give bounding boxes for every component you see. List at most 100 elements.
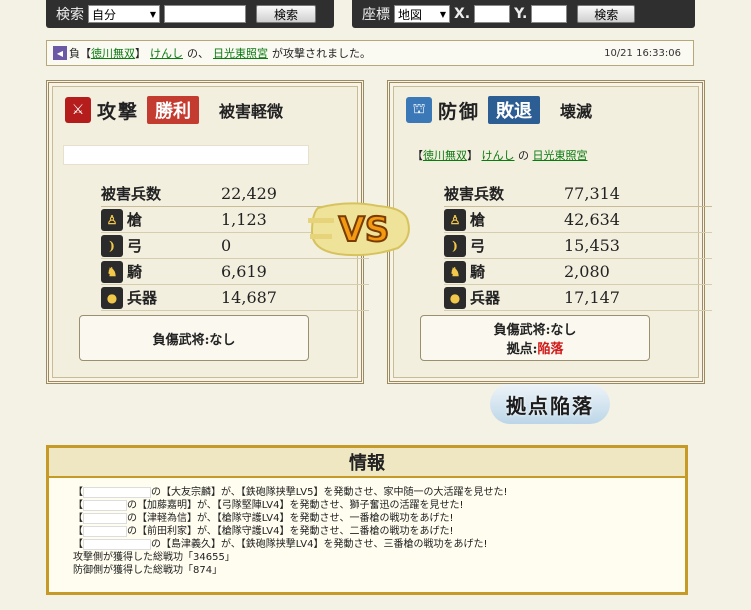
attack-title: 攻撃 <box>97 100 140 123</box>
attack-horse-row: ♞ 騎 6,619 <box>101 259 369 285</box>
search-scope-select[interactable]: 自分 ▼ <box>88 5 160 23</box>
horse-icon: ♞ <box>444 260 466 283</box>
defense-base-status: 陥落 <box>537 342 564 357</box>
defense-total-row: 被害兵数 77,314 <box>444 181 712 207</box>
base-fallen-banner: 拠点陥落 <box>490 384 610 424</box>
vs-badge: VS <box>308 202 410 257</box>
crossed-swords-icon: ⚔ <box>65 97 91 123</box>
chevron-down-icon: ▼ <box>439 9 446 19</box>
vs-text: VS <box>339 210 390 250</box>
attack-result-badge: 勝利 <box>147 96 200 124</box>
attack-horse-label: 騎 <box>127 263 143 281</box>
siege-icon: ● <box>444 286 466 309</box>
search-bar: 検索 自分 ▼ 検索 <box>46 0 334 28</box>
defender-player-link[interactable]: けんし <box>482 149 515 162</box>
search-button[interactable]: 検索 <box>256 5 316 23</box>
attacker-name-hidden <box>63 145 309 165</box>
defense-injured-box: 負傷武将:なし 拠点:陥落 <box>420 315 650 361</box>
attack-injured-box: 負傷武将:なし <box>79 315 309 361</box>
defense-siege-label: 兵器 <box>470 289 501 307</box>
defense-result-badge: 敗退 <box>488 96 541 124</box>
x-input[interactable] <box>474 5 511 23</box>
attack-damage-level: 被害軽微 <box>219 102 284 121</box>
defense-base-status-line: 拠点:陥落 <box>507 338 564 357</box>
info-line: 【の【大友宗麟】が、【鉄砲隊挟撃LV5】を発動させ、家中随一の大活躍を見せた! <box>73 486 508 498</box>
info-line: 【の【加藤嘉明】が、【弓隊堅陣LV4】を発動させ、獅子奮迅の活躍を見せた! <box>73 499 464 511</box>
attack-siege-label: 兵器 <box>127 289 158 307</box>
siege-icon: ● <box>101 286 123 309</box>
y-input[interactable] <box>531 5 568 23</box>
attack-header: ⚔ 攻撃 勝利 被害軽微 <box>65 93 351 127</box>
coordinate-scope-value: 地図 <box>398 7 423 22</box>
notice-result: 負 <box>69 47 80 60</box>
attack-spear-label: 槍 <box>127 211 143 229</box>
attack-bow-label: 弓 <box>127 237 143 255</box>
attack-spear-value: 1,123 <box>221 210 267 229</box>
defense-stats: 被害兵数 77,314 ♙ 槍 42,634 ) 弓 15,453 ♞ 騎 2,080… <box>444 181 712 311</box>
defense-injured-text: 負傷武将:なし <box>493 323 577 338</box>
horse-icon: ♞ <box>101 260 123 283</box>
search-scope-value: 自分 <box>92 7 117 22</box>
notice-alliance-link[interactable]: 徳川無双 <box>91 45 135 61</box>
defense-bow-label: 弓 <box>470 237 486 255</box>
defense-total-label: 被害兵数 <box>444 185 505 203</box>
bow-icon: ) <box>101 234 123 257</box>
redacted-name <box>83 499 127 511</box>
redacted-name <box>83 538 151 550</box>
defense-total-value: 77,314 <box>564 184 620 203</box>
coordinate-scope-select[interactable]: 地図 ▼ <box>394 5 450 23</box>
defender-score: 防御側が獲得した総戦功「874」 <box>73 565 223 576</box>
coordinate-bar: 座標 地図 ▼ X. Y. 検索 <box>352 0 695 28</box>
defense-horse-value: 2,080 <box>564 262 610 281</box>
notice-arrow-icon: ◀ <box>53 46 67 60</box>
defender-connector: の <box>518 149 529 162</box>
redacted-name <box>83 525 127 537</box>
notice-base-link[interactable]: 日光東照宮 <box>213 45 268 61</box>
castle-icon: ⛫ <box>406 97 432 123</box>
spear-icon: ♙ <box>444 208 466 231</box>
defense-horse-label: 騎 <box>470 263 486 281</box>
search-input[interactable] <box>164 5 246 23</box>
defense-bow-value: 15,453 <box>564 236 620 255</box>
y-label: Y. <box>514 6 528 22</box>
defender-bracket-open: 【 <box>412 149 423 162</box>
battle-notice: ◀ 負 【 徳川無双 】 けんし の、 日光東照宮 が攻撃されました。 10/2… <box>46 40 694 66</box>
chevron-down-icon: ▼ <box>149 9 156 19</box>
attack-total-value: 22,429 <box>221 184 277 203</box>
defense-base-label: 拠点: <box>506 342 538 357</box>
defense-panel: ⛫ 防御 敗退 壊滅 【徳川無双】 けんし の 日光東照宮 被害兵数 77,31… <box>387 80 712 384</box>
attack-injured-text: 負傷武将:なし <box>152 332 236 348</box>
x-label: X. <box>454 6 471 22</box>
notice-connector: の、 <box>187 47 209 60</box>
coordinate-search-button[interactable]: 検索 <box>577 5 636 23</box>
defender-base-link[interactable]: 日光東照宮 <box>533 149 588 162</box>
redacted-name <box>83 512 127 524</box>
info-line: 【の【津軽為信】が、【槍隊守護LV4】を発動させ、一番槍の戦功をあげた! <box>73 512 454 524</box>
defense-spear-label: 槍 <box>470 211 486 229</box>
notice-message: が攻撃されました。 <box>272 47 371 60</box>
search-label: 検索 <box>56 7 84 23</box>
attack-horse-value: 6,619 <box>221 262 267 281</box>
defender-alliance-link[interactable]: 徳川無双 <box>423 149 467 162</box>
defense-horse-row: ♞ 騎 2,080 <box>444 259 712 285</box>
attack-total-label: 被害兵数 <box>101 185 162 203</box>
base-fallen-text: 拠点陥落 <box>506 393 594 418</box>
defender-bracket-close: 】 <box>467 149 478 162</box>
defense-spear-row: ♙ 槍 42,634 <box>444 207 712 233</box>
info-line: 【の【島津義久】が、【鉄砲隊挟撃LV4】を発動させ、三番槍の戦功をあげた! <box>73 538 488 550</box>
notice-bracket-close: 】 <box>135 47 146 60</box>
info-panel: 情報 【の【大友宗麟】が、【鉄砲隊挟撃LV5】を発動させ、家中随一の大活躍を見せ… <box>46 445 688 595</box>
attack-bow-value: 0 <box>221 236 232 255</box>
attacker-score: 攻撃側が獲得した総戦功「34655」 <box>73 552 235 563</box>
defense-title: 防御 <box>438 100 481 123</box>
attack-siege-row: ● 兵器 14,687 <box>101 285 369 311</box>
notice-bracket-open: 【 <box>80 47 91 60</box>
attack-siege-value: 14,687 <box>221 288 277 307</box>
defense-spear-value: 42,634 <box>564 210 620 229</box>
notice-player-link[interactable]: けんし <box>150 45 183 61</box>
defense-header: ⛫ 防御 敗退 壊滅 <box>406 93 692 127</box>
defense-bow-row: ) 弓 15,453 <box>444 233 712 259</box>
defense-siege-row: ● 兵器 17,147 <box>444 285 712 311</box>
notice-timestamp: 10/21 16:33:06 <box>604 47 681 59</box>
defense-siege-value: 17,147 <box>564 288 620 307</box>
